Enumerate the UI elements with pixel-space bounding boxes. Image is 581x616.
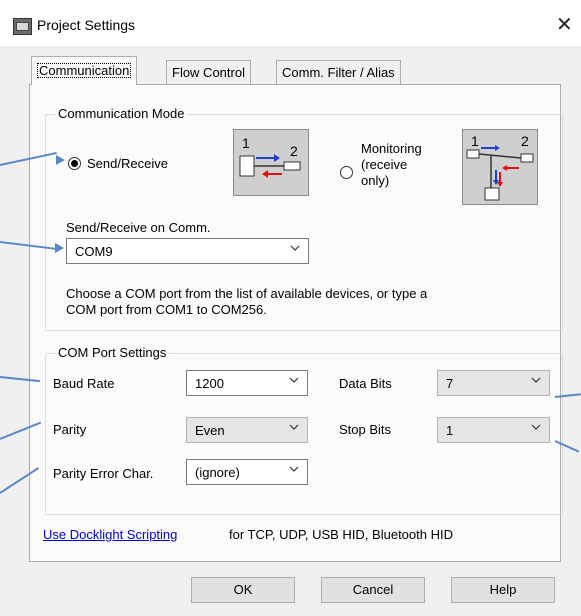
diagram-left-number: 1 xyxy=(242,135,250,151)
tab-communication[interactable]: Communication xyxy=(31,56,138,85)
dialog-window: Project Settings ✕ Communication Flow Co… xyxy=(0,0,581,616)
parity-error-char-label: Parity Error Char. xyxy=(53,466,154,481)
app-icon xyxy=(13,18,32,35)
tab-flow-control[interactable]: Flow Control xyxy=(166,60,251,85)
stop-bits-label: Stop Bits xyxy=(339,422,392,437)
monitoring-label-line2: (receive xyxy=(361,157,408,172)
port-label: Send/Receive on Comm. xyxy=(66,220,211,235)
window-title: Project Settings xyxy=(37,17,136,33)
data-bits-label: Data Bits xyxy=(339,376,392,391)
chevron-down-icon xyxy=(531,424,541,430)
chevron-down-icon xyxy=(531,377,541,383)
parity-value: Even xyxy=(195,423,225,438)
stop-bits-select[interactable]: 1 xyxy=(437,417,550,443)
baud-rate-label: Baud Rate xyxy=(53,376,115,391)
ok-button[interactable]: OK xyxy=(191,577,295,603)
monitoring-diagram-graphic: 1 2 xyxy=(466,133,534,201)
diagram-left-number: 1 xyxy=(471,133,479,149)
monitoring-label[interactable]: Monitoring (receive only) xyxy=(361,141,422,189)
data-bits-value: 7 xyxy=(446,376,454,391)
chevron-down-icon xyxy=(289,424,299,430)
parity-label: Parity xyxy=(53,422,87,437)
stop-bits-value: 1 xyxy=(446,423,454,438)
parity-error-char-select[interactable]: (ignore) xyxy=(186,459,308,485)
baud-rate-select[interactable]: 1200 xyxy=(186,370,308,396)
callout-arrowhead xyxy=(56,155,65,165)
send-receive-radio[interactable] xyxy=(68,157,81,170)
parity-error-char-value: (ignore) xyxy=(195,465,240,480)
tab-label: Flow Control xyxy=(172,65,245,80)
send-receive-label[interactable]: Send/Receive xyxy=(87,156,168,171)
monitoring-label-line3: only) xyxy=(361,173,390,188)
diagram-right-number: 2 xyxy=(521,133,529,149)
docklight-scripting-link[interactable]: Use Docklight Scripting xyxy=(43,527,177,542)
chevron-down-icon xyxy=(289,466,299,472)
close-icon[interactable]: ✕ xyxy=(556,12,573,37)
chevron-down-icon xyxy=(290,245,300,251)
chevron-down-icon xyxy=(289,377,299,383)
tab-label: Communication xyxy=(37,63,132,78)
help-button[interactable]: Help xyxy=(451,577,555,603)
monitoring-label-line1: Monitoring xyxy=(361,141,422,156)
send-receive-diagram-graphic: 1 2 xyxy=(239,135,301,178)
port-select-value: COM9 xyxy=(75,244,113,259)
callout-arrowhead xyxy=(55,243,64,253)
data-bits-select[interactable]: 7 xyxy=(437,370,550,396)
cancel-button[interactable]: Cancel xyxy=(321,577,425,603)
scripting-note: for TCP, UDP, USB HID, Bluetooth HID xyxy=(229,527,453,542)
tab-comm-filter-alias[interactable]: Comm. Filter / Alias xyxy=(276,60,401,85)
communication-mode-title: Communication Mode xyxy=(55,106,188,121)
com-port-settings-title: COM Port Settings xyxy=(55,345,170,360)
diagram-right-number: 2 xyxy=(290,143,298,159)
tab-label: Comm. Filter / Alias xyxy=(282,65,395,80)
baud-rate-value: 1200 xyxy=(195,376,224,391)
send-receive-diagram: 1 2 xyxy=(233,129,309,196)
port-select[interactable]: COM9 xyxy=(66,238,309,264)
monitoring-diagram: 1 2 xyxy=(462,129,538,205)
monitoring-radio[interactable] xyxy=(340,166,353,179)
port-hint-line1: Choose a COM port from the list of avail… xyxy=(66,286,428,301)
port-hint: Choose a COM port from the list of avail… xyxy=(66,286,427,318)
title-bar: Project Settings ✕ xyxy=(0,0,581,46)
parity-select[interactable]: Even xyxy=(186,417,308,443)
port-hint-line2: COM port from COM1 to COM256. xyxy=(66,302,267,317)
